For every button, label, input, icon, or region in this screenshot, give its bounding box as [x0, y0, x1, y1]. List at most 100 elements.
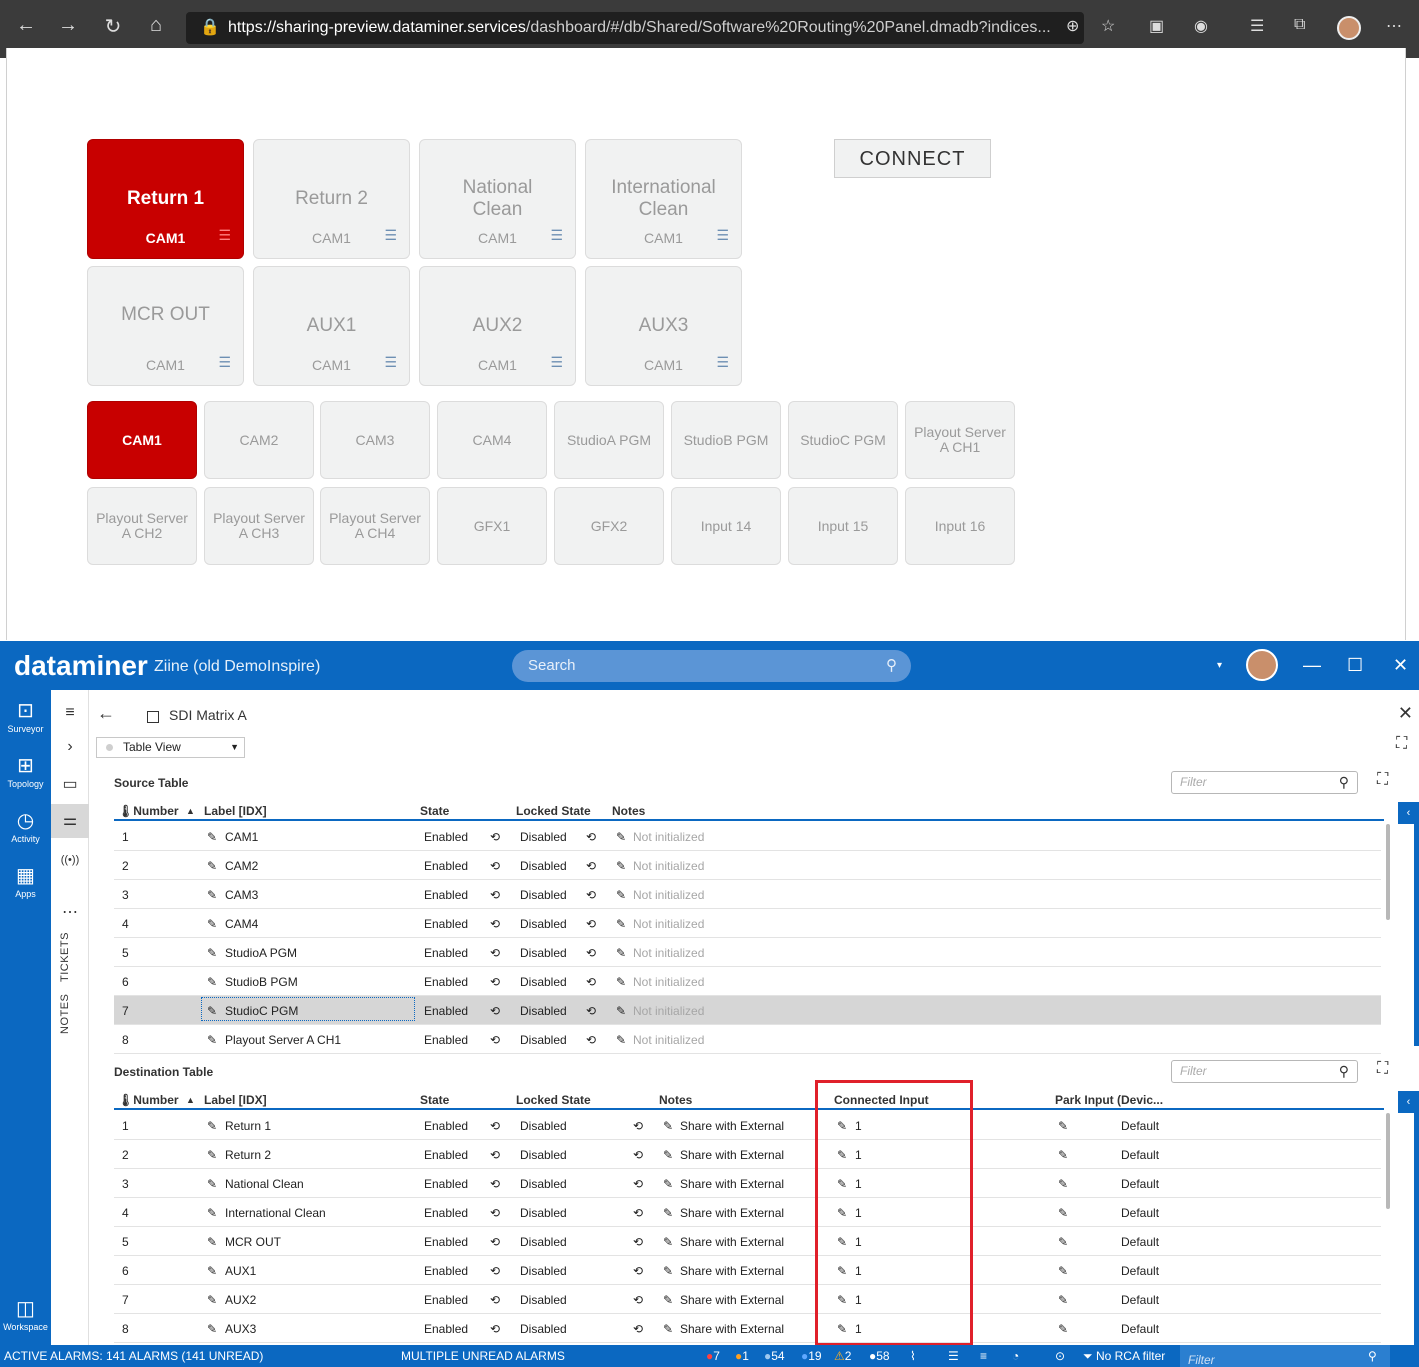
toggle-icon[interactable]: ⟲	[586, 975, 596, 989]
source-button[interactable]: CAM1	[87, 401, 197, 479]
source-filter-input[interactable]: Filter ⚲	[1171, 771, 1358, 794]
more-dots-icon[interactable]: ⋯	[51, 902, 89, 922]
toggle-icon[interactable]: ⟲	[633, 1293, 643, 1307]
table-row[interactable]: 5 ✎ MCR OUT Enabled ⟲ Disabled ⟲ ✎ Share with Ex…	[114, 1227, 1381, 1256]
fullscreen-table-icon[interactable]: ⛶	[1377, 771, 1388, 789]
table-row[interactable]: 3 ✎ National Clean Enabled ⟲ Disabled ⟲ ✎ Share …	[114, 1169, 1381, 1198]
pencil-icon[interactable]: ✎	[663, 1264, 673, 1278]
tickets-tab[interactable]: TICKETS	[59, 932, 71, 982]
toggle-icon[interactable]: ⟲	[633, 1119, 643, 1133]
list-icon[interactable]: ☰	[948, 1349, 959, 1363]
cell-label[interactable]: StudioB PGM	[225, 975, 298, 989]
toggle-icon[interactable]: ⟲	[490, 1206, 500, 1220]
toggle-icon[interactable]: ⟲	[490, 830, 500, 844]
source-button[interactable]: Playout Server A CH2	[87, 487, 197, 565]
maximize-icon[interactable]: ☐	[1347, 655, 1363, 676]
cell-notes[interactable]: Not initialized	[633, 1033, 704, 1047]
pencil-icon[interactable]: ✎	[663, 1119, 673, 1133]
cell-park-input[interactable]: Default	[1121, 1119, 1159, 1133]
cell-label[interactable]: MCR OUT	[225, 1235, 281, 1249]
cell-notes[interactable]: Share with External	[680, 1264, 784, 1278]
col-locked[interactable]: Locked State	[516, 804, 591, 818]
collections-icon[interactable]: ⧉	[1294, 16, 1305, 34]
view-select[interactable]: Table View ▼	[96, 737, 245, 758]
nav-workspace[interactable]: ◫ Workspace	[0, 1298, 51, 1332]
cell-notes[interactable]: Not initialized	[633, 830, 704, 844]
source-button[interactable]: Input 15	[788, 487, 898, 565]
toggle-icon[interactable]: ⟲	[490, 859, 500, 873]
cell-notes[interactable]: Share with External	[680, 1293, 784, 1307]
cell-label[interactable]: Playout Server A CH1	[225, 1033, 341, 1047]
cell-notes[interactable]: Not initialized	[633, 917, 704, 931]
table-row[interactable]: 6 ✎ AUX1 Enabled ⟲ Disabled ⟲ ✎ Share with Exter…	[114, 1256, 1381, 1285]
toggle-icon[interactable]: ⟲	[586, 859, 596, 873]
pencil-icon[interactable]: ✎	[663, 1235, 673, 1249]
source-button[interactable]: StudioB PGM	[671, 401, 781, 479]
toggle-icon[interactable]: ⟲	[586, 830, 596, 844]
pencil-icon[interactable]: ✎	[616, 830, 626, 844]
cell-label[interactable]: AUX3	[225, 1322, 256, 1336]
toggle-icon[interactable]: ⟲	[633, 1264, 643, 1278]
alarm-major-count[interactable]: ●1	[735, 1349, 749, 1363]
pencil-icon[interactable]: ✎	[207, 859, 217, 873]
sort-icon[interactable]: ≡	[980, 1349, 987, 1363]
pencil-icon[interactable]: ✎	[207, 830, 217, 844]
toggle-icon[interactable]: ⟲	[490, 1033, 500, 1047]
toggle-icon[interactable]: ⟲	[633, 1177, 643, 1191]
cell-notes[interactable]: Not initialized	[633, 1004, 704, 1018]
cell-label[interactable]: Return 2	[225, 1148, 271, 1162]
pencil-icon[interactable]: ✎	[616, 859, 626, 873]
home-icon[interactable]: ⌂	[140, 14, 172, 37]
toggle-icon[interactable]: ⟲	[490, 888, 500, 902]
toggle-icon[interactable]: ⟲	[633, 1206, 643, 1220]
cell-label[interactable]: Return 1	[225, 1119, 271, 1133]
pencil-icon[interactable]: ✎	[207, 1206, 217, 1220]
toggle-icon[interactable]: ⟲	[490, 975, 500, 989]
connect-button[interactable]: CONNECT	[834, 139, 991, 178]
table-row[interactable]: 1 ✎ CAM1 Enabled ⟲ Disabled ⟲ ✎ Not initialized	[114, 822, 1381, 851]
toggle-icon[interactable]: ⟲	[633, 1148, 643, 1162]
pencil-icon[interactable]: ✎	[1058, 1264, 1068, 1278]
cell-label[interactable]: StudioA PGM	[225, 946, 297, 960]
table-row[interactable]: 3 ✎ CAM3 Enabled ⟲ Disabled ⟲ ✎ Not initialized	[114, 880, 1381, 909]
toggle-icon[interactable]: ⟲	[633, 1235, 643, 1249]
nav-activity[interactable]: ◷ Activity	[0, 810, 51, 844]
col-notes[interactable]: Notes	[612, 804, 645, 818]
table-row[interactable]: 6 ✎ StudioB PGM Enabled ⟲ Disabled ⟲ ✎ Not initi…	[114, 967, 1381, 996]
active-alarms-text[interactable]: ACTIVE ALARMS: 141 ALARMS (141 UNREAD)	[4, 1349, 263, 1363]
record-icon[interactable]: ◉	[1194, 16, 1208, 36]
toggle-icon[interactable]: ⟲	[490, 946, 500, 960]
toggle-icon[interactable]: ⟲	[490, 1177, 500, 1191]
cell-label[interactable]: CAM1	[225, 830, 258, 844]
pencil-icon[interactable]: ✎	[207, 1033, 217, 1047]
cell-notes[interactable]: Not initialized	[633, 975, 704, 989]
toggle-icon[interactable]: ⟲	[586, 888, 596, 902]
notes-tab[interactable]: NOTES	[59, 994, 71, 1034]
alarm-minor-count[interactable]: ●54	[764, 1349, 785, 1363]
pencil-icon[interactable]: ✎	[1058, 1293, 1068, 1307]
source-button[interactable]: StudioC PGM	[788, 401, 898, 479]
col-state[interactable]: State	[420, 1093, 449, 1107]
source-button[interactable]: Input 14	[671, 487, 781, 565]
cell-notes[interactable]: Share with External	[680, 1206, 784, 1220]
toggle-icon[interactable]: ⟲	[633, 1322, 643, 1336]
cell-label[interactable]: CAM2	[225, 859, 258, 873]
fullscreen-table-icon[interactable]: ⛶	[1377, 1060, 1388, 1078]
table-row[interactable]: 7 ✎ AUX2 Enabled ⟲ Disabled ⟲ ✎ Share with Exter…	[114, 1285, 1381, 1314]
back-icon[interactable]: ←	[97, 703, 115, 724]
pencil-icon[interactable]: ✎	[663, 1206, 673, 1220]
cell-label[interactable]: StudioC PGM	[225, 1004, 298, 1018]
pencil-icon[interactable]: ✎	[207, 1322, 217, 1336]
pencil-icon[interactable]: ✎	[616, 1033, 626, 1047]
alarm-filter-input[interactable]: Filter	[1180, 1345, 1390, 1367]
col-notes[interactable]: Notes	[659, 1093, 692, 1107]
toggle-icon[interactable]: ⟲	[586, 1004, 596, 1018]
col-label[interactable]: Label [IDX]	[204, 1093, 267, 1107]
table-row[interactable]: 4 ✎ International Clean Enabled ⟲ Disabled ⟲ ✎ S…	[114, 1198, 1381, 1227]
search-input[interactable]: Search ⚲	[512, 650, 911, 682]
destination-button[interactable]: National Clean CAM1 ☰	[419, 139, 576, 259]
destination-scrollbar[interactable]	[1386, 1113, 1390, 1209]
toggle-icon[interactable]: ⟲	[490, 1264, 500, 1278]
forward-arrow-icon[interactable]: →	[52, 14, 84, 37]
cell-park-input[interactable]: Default	[1121, 1177, 1159, 1191]
